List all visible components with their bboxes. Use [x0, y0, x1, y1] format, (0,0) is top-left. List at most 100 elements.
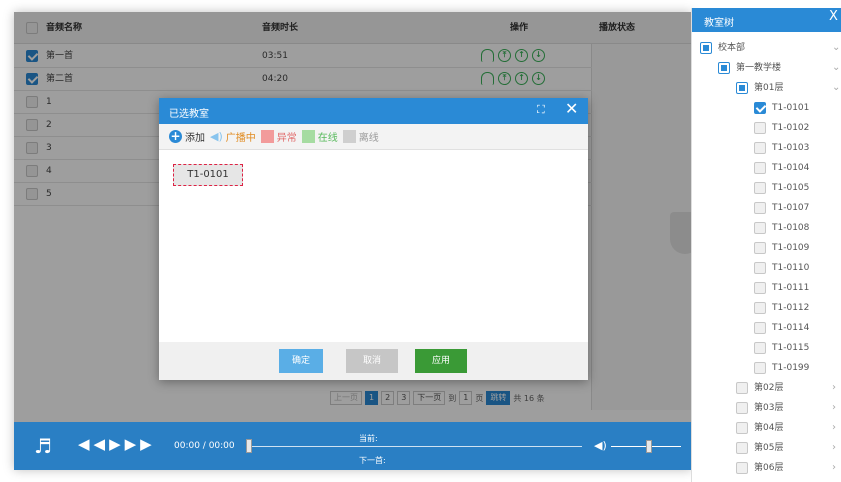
tree-node-label: 第05层: [754, 443, 784, 453]
tree-node-room[interactable]: T1-0105: [692, 178, 841, 198]
tree-node-label: 第03层: [754, 403, 784, 413]
dialog-title: 已选教室: [169, 109, 209, 120]
tree-checkbox[interactable]: [754, 282, 766, 294]
chevron-right-icon[interactable]: ›: [832, 398, 836, 418]
tree-node-room[interactable]: T1-0114: [692, 318, 841, 338]
tree-checkbox[interactable]: [754, 122, 766, 134]
tree-node-room[interactable]: T1-0107: [692, 198, 841, 218]
tree-node-room[interactable]: T1-0102: [692, 118, 841, 138]
tree-node-label: T1-0115: [772, 343, 810, 353]
next-icon[interactable]: ▶▶: [125, 435, 156, 453]
tree-node-room[interactable]: T1-0115: [692, 338, 841, 358]
ok-button[interactable]: 确定: [279, 349, 323, 373]
add-icon[interactable]: +: [169, 130, 182, 143]
tree-checkbox[interactable]: [736, 402, 748, 414]
tree-checkbox[interactable]: [736, 82, 748, 94]
tree-node-label: 第06层: [754, 463, 784, 473]
tree-node-label: 第01层: [754, 83, 784, 93]
chevron-down-icon[interactable]: ⌄: [832, 58, 840, 78]
music-note-icon[interactable]: ♬: [34, 434, 52, 458]
tree-node-label: T1-0108: [772, 223, 810, 233]
tree-node-room[interactable]: T1-0111: [692, 278, 841, 298]
cancel-button[interactable]: 取消: [346, 349, 398, 373]
dialog-header: 已选教室 ⛶ ✕: [159, 98, 588, 124]
selected-classrooms-dialog: 已选教室 ⛶ ✕ + 添加 ◀) 广播中 异常 在线 离线 T1-0101 确定…: [159, 98, 588, 380]
tree-node-room[interactable]: T1-0101: [692, 98, 841, 118]
selected-classroom-chip[interactable]: T1-0101: [173, 164, 243, 186]
tree-node-room[interactable]: T1-0199: [692, 358, 841, 378]
tree-node-floor[interactable]: 第04层 ›: [692, 418, 841, 438]
tree-node-label: T1-0109: [772, 243, 810, 253]
main-window: 音频名称 音频时长 操作 第一首 03:51 ⤒ ↑ ↓ 第二首 04:20 ⤒ ↑ ↓ 1 2 3 4 5…: [14, 12, 692, 470]
tree-node-label: 第一教学楼: [736, 63, 782, 73]
maximize-icon[interactable]: ⛶: [537, 103, 545, 117]
player-bar: ♬ ◀◀▶▶▶ 00:00 / 00:00 当前: 下一首: ◀): [14, 422, 692, 470]
tree-node-room[interactable]: T1-0110: [692, 258, 841, 278]
tree-node-room[interactable]: T1-0103: [692, 138, 841, 158]
tree-checkbox[interactable]: [754, 302, 766, 314]
volume-thumb[interactable]: [646, 440, 652, 453]
play-icon[interactable]: ▶: [109, 435, 125, 453]
speaker-icon: ◀): [210, 130, 223, 143]
chevron-right-icon[interactable]: ›: [832, 418, 836, 438]
tree-checkbox[interactable]: [754, 362, 766, 374]
tree-checkbox[interactable]: [754, 142, 766, 154]
tree-checkbox[interactable]: [754, 162, 766, 174]
tree-title: 教室树: [704, 18, 734, 29]
tree-node-room[interactable]: T1-0112: [692, 298, 841, 318]
apply-button[interactable]: 应用: [415, 349, 467, 373]
playback-controls: ◀◀▶▶▶: [78, 435, 156, 453]
tree-node-label: T1-0105: [772, 183, 810, 193]
chevron-right-icon[interactable]: ›: [832, 378, 836, 398]
tree-close-icon[interactable]: X: [829, 9, 838, 24]
tree-checkbox[interactable]: [754, 342, 766, 354]
chevron-down-icon[interactable]: ⌄: [832, 38, 840, 58]
tree-node-label: T1-0199: [772, 363, 810, 373]
tree-checkbox[interactable]: [754, 102, 766, 114]
tree-checkbox[interactable]: [718, 62, 730, 74]
tree-node-room[interactable]: T1-0109: [692, 238, 841, 258]
tree-node-label: T1-0101: [772, 103, 810, 113]
tree-checkbox[interactable]: [736, 422, 748, 434]
progress-thumb[interactable]: [246, 439, 252, 453]
online-swatch: [301, 130, 315, 143]
tree-node-floor[interactable]: 第01层 ⌄: [692, 78, 841, 98]
chevron-down-icon[interactable]: ⌄: [832, 78, 840, 98]
tree-checkbox[interactable]: [754, 322, 766, 334]
tree-node-label: T1-0104: [772, 163, 810, 173]
tree-checkbox[interactable]: [736, 442, 748, 454]
prev-icon[interactable]: ◀◀: [78, 435, 109, 453]
tree-checkbox[interactable]: [754, 202, 766, 214]
tree-node-label: T1-0112: [772, 303, 810, 313]
tree-checkbox[interactable]: [736, 462, 748, 474]
add-label[interactable]: 添加: [185, 129, 205, 144]
offline-label: 离线: [358, 133, 379, 144]
tree-checkbox[interactable]: [736, 382, 748, 394]
tree-checkbox[interactable]: [754, 242, 766, 254]
tree-node-campus[interactable]: 校本部 ⌄: [692, 38, 841, 58]
close-icon[interactable]: ✕: [565, 100, 578, 118]
chevron-right-icon[interactable]: ›: [832, 438, 836, 458]
tree-node-room[interactable]: T1-0108: [692, 218, 841, 238]
volume-icon[interactable]: ◀): [594, 439, 607, 452]
tree-node-room[interactable]: T1-0104: [692, 158, 841, 178]
time-display: 00:00 / 00:00: [174, 441, 235, 451]
tree-checkbox[interactable]: [754, 222, 766, 234]
chevron-right-icon[interactable]: ›: [832, 458, 836, 478]
tree-node-label: 第04层: [754, 423, 784, 433]
tree-header: 教室树 X: [692, 8, 841, 32]
next-track-label: 下一首:: [359, 456, 386, 465]
tree-checkbox[interactable]: [754, 262, 766, 274]
tree-node-label: T1-0107: [772, 203, 810, 213]
tree-node-floor[interactable]: 第06层 ›: [692, 458, 841, 478]
online-label: 在线: [317, 133, 338, 144]
progress-track[interactable]: [247, 446, 582, 447]
offline-swatch: [342, 130, 356, 143]
tree-node-floor[interactable]: 第03层 ›: [692, 398, 841, 418]
tree-node-building[interactable]: 第一教学楼 ⌄: [692, 58, 841, 78]
tree-checkbox[interactable]: [700, 42, 712, 54]
tree-node-label: T1-0111: [772, 283, 810, 293]
tree-checkbox[interactable]: [754, 182, 766, 194]
tree-node-floor[interactable]: 第02层 ›: [692, 378, 841, 398]
tree-node-floor[interactable]: 第05层 ›: [692, 438, 841, 458]
